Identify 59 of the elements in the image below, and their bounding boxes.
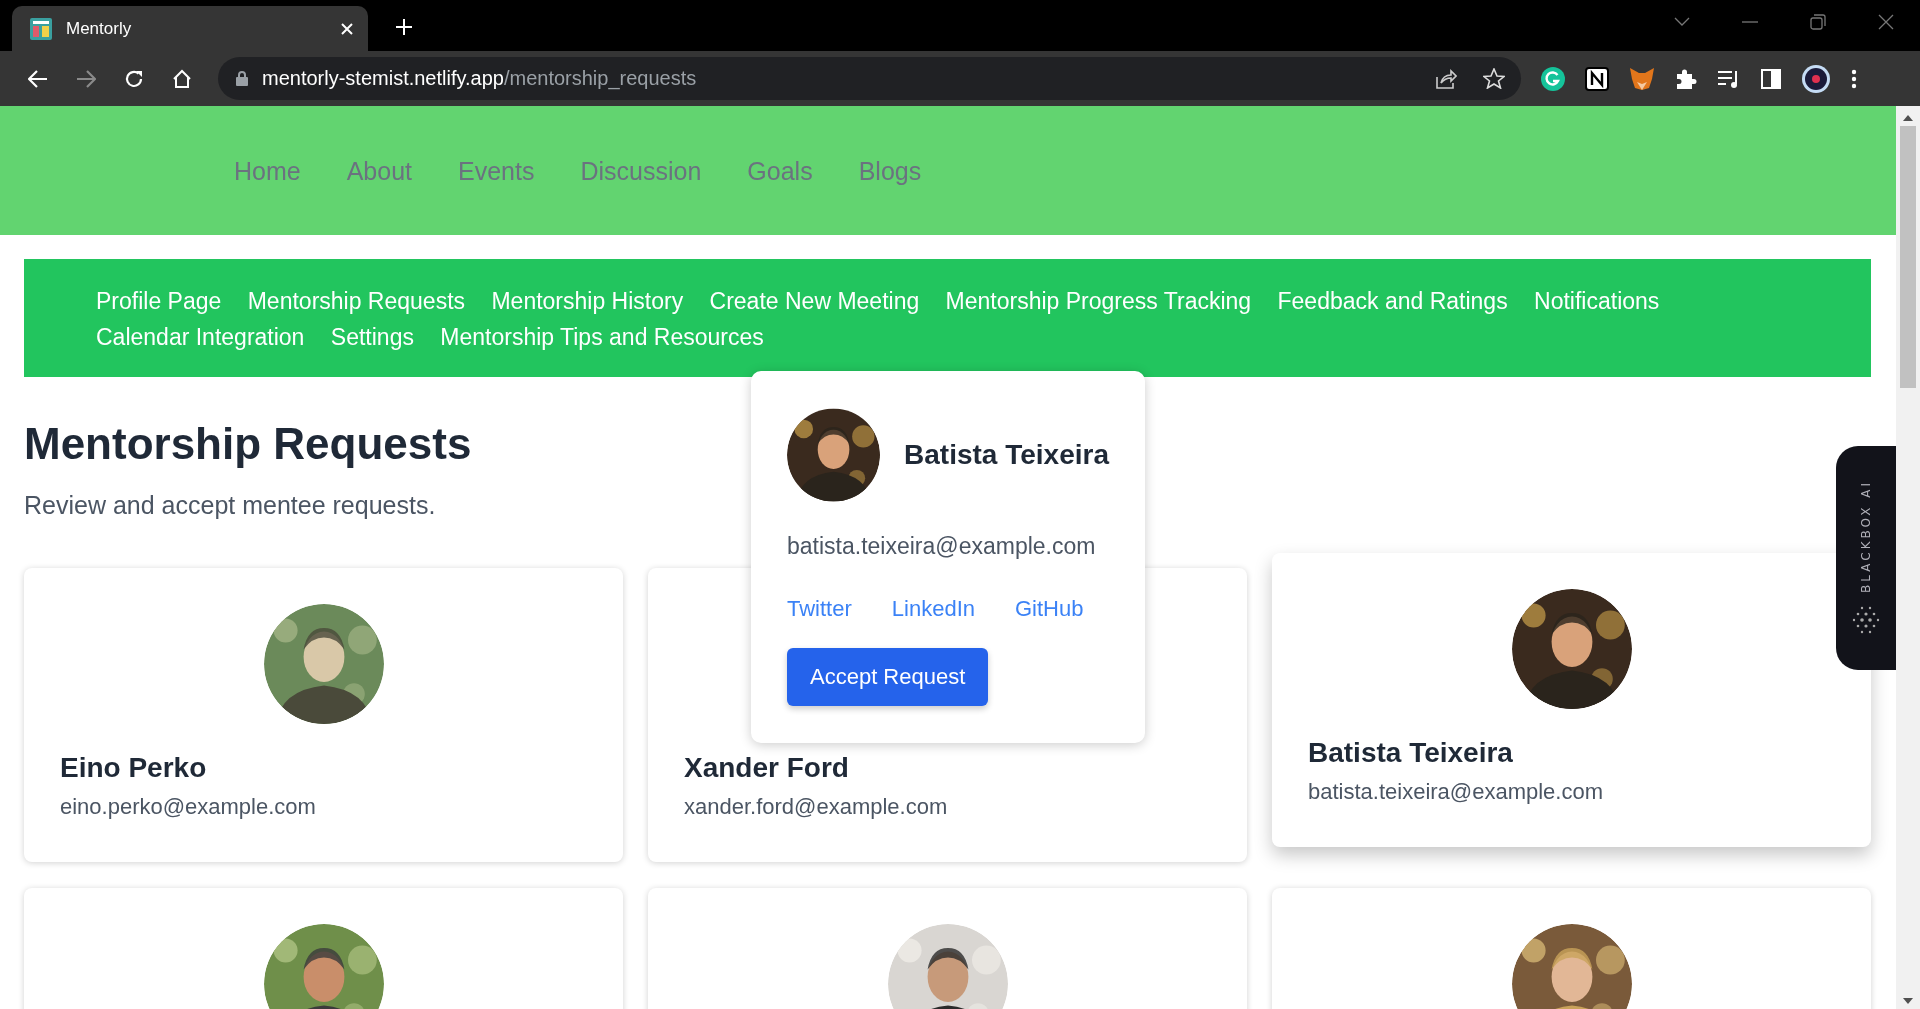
profile-avatar-icon[interactable] <box>1801 63 1831 94</box>
url-text: mentorly-stemist.netlify.app/mentorship_requests <box>262 67 698 90</box>
more-menu-icon[interactable] <box>1851 68 1857 89</box>
share-icon[interactable] <box>1435 68 1457 89</box>
assistant-widget[interactable]: BLACKBOX AI <box>1836 446 1896 670</box>
mentee-email: batista.teixeira@example.com <box>1308 779 1604 805</box>
nav-link[interactable]: Discussion <box>580 157 702 186</box>
fox-icon[interactable] <box>1629 66 1655 91</box>
mentee-email: batista.teixeira@example.com <box>787 533 1097 560</box>
nav-link[interactable]: Settings <box>330 324 414 350</box>
tab-title: Mentorly <box>66 18 133 39</box>
lock-icon <box>236 71 248 86</box>
notes-extension-icon[interactable] <box>1585 66 1609 91</box>
nav-link[interactable]: About <box>346 157 413 186</box>
nav-link[interactable]: Events <box>458 157 535 186</box>
mentee-name: Eino Perko <box>60 752 208 784</box>
page-subtitle: Review and accept mentee requests. <box>24 491 436 520</box>
nav-link[interactable]: Mentorship Requests <box>247 288 466 314</box>
nav-link[interactable]: Profile Page <box>96 288 222 314</box>
mentee-name: Xander Ford <box>684 752 850 784</box>
request-card[interactable]: Eino Perko eino.perko@example.com <box>24 568 623 862</box>
mentee-email: xander.ford@example.com <box>684 794 949 820</box>
social-link[interactable]: Twitter <box>787 596 852 622</box>
accept-request-button[interactable]: Accept Request <box>787 648 989 706</box>
restore-icon[interactable] <box>1810 14 1826 30</box>
page-title: Mentorship Requests <box>24 419 472 469</box>
scroll-up-icon[interactable] <box>1903 114 1913 122</box>
scrollbar[interactable] <box>1896 106 1920 1009</box>
nav-link[interactable]: Calendar Integration <box>96 324 305 350</box>
nav-link[interactable]: Feedback and Ratings <box>1277 288 1508 314</box>
nav-link[interactable]: Mentorship History <box>491 288 684 314</box>
scroll-down-icon[interactable] <box>1903 997 1913 1005</box>
forward-arrow-icon[interactable] <box>76 69 96 88</box>
nav-link[interactable]: Mentorship Progress Tracking <box>945 288 1252 314</box>
mentee-name: Batista Teixeira <box>1308 737 1514 769</box>
nav-link[interactable]: Notifications <box>1534 288 1660 314</box>
social-link[interactable]: GitHub <box>1015 596 1084 622</box>
chevron-down-icon[interactable] <box>1674 17 1690 27</box>
star-icon[interactable] <box>1483 68 1505 89</box>
grammar-extension-icon[interactable] <box>1541 66 1565 91</box>
browser-tab[interactable]: Mentorly <box>12 6 368 51</box>
back-arrow-icon[interactable] <box>28 69 48 88</box>
mentee-email: eino.perko@example.com <box>60 794 317 820</box>
social-link[interactable]: LinkedIn <box>891 596 975 622</box>
new-tab-icon[interactable] <box>394 17 414 37</box>
address-bar[interactable]: mentorly-stemist.netlify.app/mentorship_requests <box>218 57 1521 100</box>
mentee-name: Batista Teixeira <box>904 439 1109 471</box>
puzzle-icon[interactable] <box>1675 67 1697 90</box>
nav-link[interactable]: Home <box>234 157 301 186</box>
dots-icon <box>1851 604 1881 635</box>
nav-link[interactable]: Mentorship Tips and Resources <box>440 324 764 350</box>
site-logo-icon <box>30 17 52 40</box>
reload-icon[interactable] <box>124 68 144 89</box>
side-panel-icon[interactable] <box>1761 68 1781 89</box>
home-icon[interactable] <box>172 68 192 89</box>
scroll-thumb[interactable] <box>1900 126 1916 388</box>
nav-link[interactable]: Goals <box>747 157 813 186</box>
nav-link[interactable]: Blogs <box>858 157 922 186</box>
nav-link[interactable]: Create New Meeting <box>709 288 920 314</box>
